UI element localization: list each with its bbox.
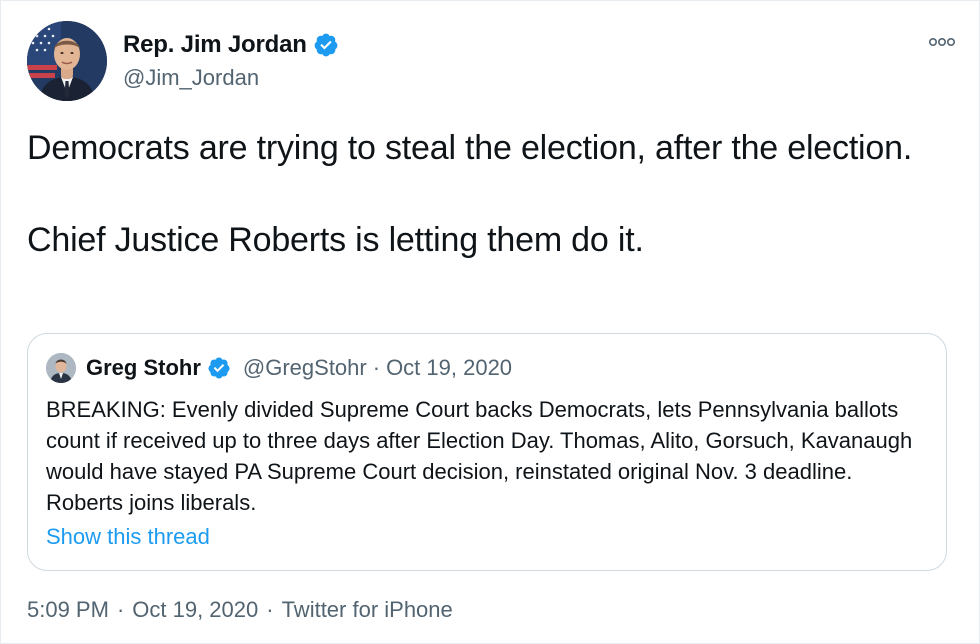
show-thread-link[interactable]: Show this thread — [46, 524, 210, 550]
tweet-footer: 5:09 PM · Oct 19, 2020 · Twitter for iPhone — [27, 597, 453, 623]
quoted-author-avatar — [46, 353, 76, 383]
quoted-tweet-meta: @GregStohr · Oct 19, 2020 — [243, 355, 512, 381]
verified-badge-icon — [313, 32, 339, 58]
footer-separator: · — [266, 597, 274, 622]
tweet-paragraph: Democrats are trying to steal the electi… — [27, 129, 913, 167]
author-avatar[interactable] — [27, 21, 107, 101]
verified-badge-icon — [207, 356, 231, 380]
quoted-author-handle: @GregStohr — [242, 355, 367, 380]
quoted-tweet-text: BREAKING: Evenly divided Supreme Court b… — [46, 397, 913, 515]
tweet-paragraph: Chief Justice Roberts is letting them do… — [27, 221, 644, 259]
meta-separator: · — [372, 355, 381, 380]
footer-separator: · — [116, 597, 125, 622]
tweet-header: Rep. Jim Jordan @Jim_Jordan — [27, 21, 955, 101]
author-handle[interactable]: @Jim_Jordan — [123, 65, 339, 91]
more-options-icon[interactable] — [928, 35, 955, 47]
tweet-time[interactable]: 5:09 PM — [27, 597, 109, 622]
tweet-date[interactable]: Oct 19, 2020 — [132, 597, 258, 622]
tweet-text: Democrats are trying to steal the electi… — [27, 125, 947, 263]
author-display-name[interactable]: Rep. Jim Jordan — [123, 31, 307, 59]
tweet-card: Rep. Jim Jordan @Jim_Jordan Democrats ar… — [0, 0, 980, 644]
quoted-tweet-date: Oct 19, 2020 — [386, 355, 513, 380]
quoted-tweet[interactable]: Greg Stohr @GregStohr · Oct 19, 2020 BREAK… — [27, 333, 947, 571]
author-info: Rep. Jim Jordan @Jim_Jordan — [123, 31, 339, 91]
display-name-row: Rep. Jim Jordan — [123, 31, 339, 59]
quoted-tweet-header: Greg Stohr @GregStohr · Oct 19, 2020 — [46, 352, 512, 384]
author-avatar-image — [27, 21, 107, 101]
quoted-author-display-name: Greg Stohr — [86, 355, 201, 380]
tweet-source[interactable]: Twitter for iPhone — [282, 597, 453, 622]
